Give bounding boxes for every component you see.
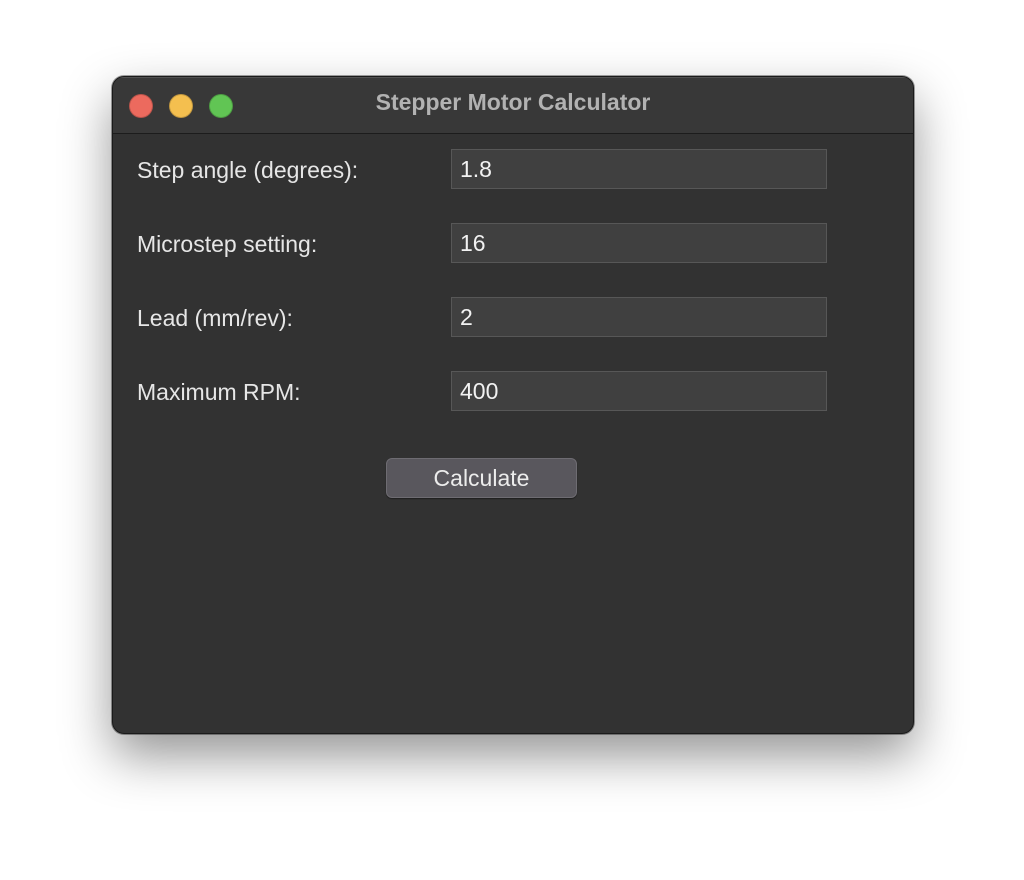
microstep-input[interactable] xyxy=(451,223,827,263)
lead-input[interactable] xyxy=(451,297,827,337)
step-angle-label: Step angle (degrees): xyxy=(137,157,359,183)
lead-label: Lead (mm/rev): xyxy=(137,305,293,331)
window-title: Stepper Motor Calculator xyxy=(375,89,651,115)
calculate-button[interactable]: Calculate xyxy=(386,458,577,498)
max-rpm-label: Maximum RPM: xyxy=(137,379,301,405)
form-panel: Step angle (degrees): Microstep setting:… xyxy=(113,134,913,733)
step-angle-input[interactable] xyxy=(451,149,827,189)
max-rpm-input[interactable] xyxy=(451,371,827,411)
app-window: Stepper Motor Calculator Step angle (deg… xyxy=(112,76,914,734)
microstep-label: Microstep setting: xyxy=(137,231,318,257)
title-bar[interactable]: Stepper Motor Calculator xyxy=(113,77,913,134)
